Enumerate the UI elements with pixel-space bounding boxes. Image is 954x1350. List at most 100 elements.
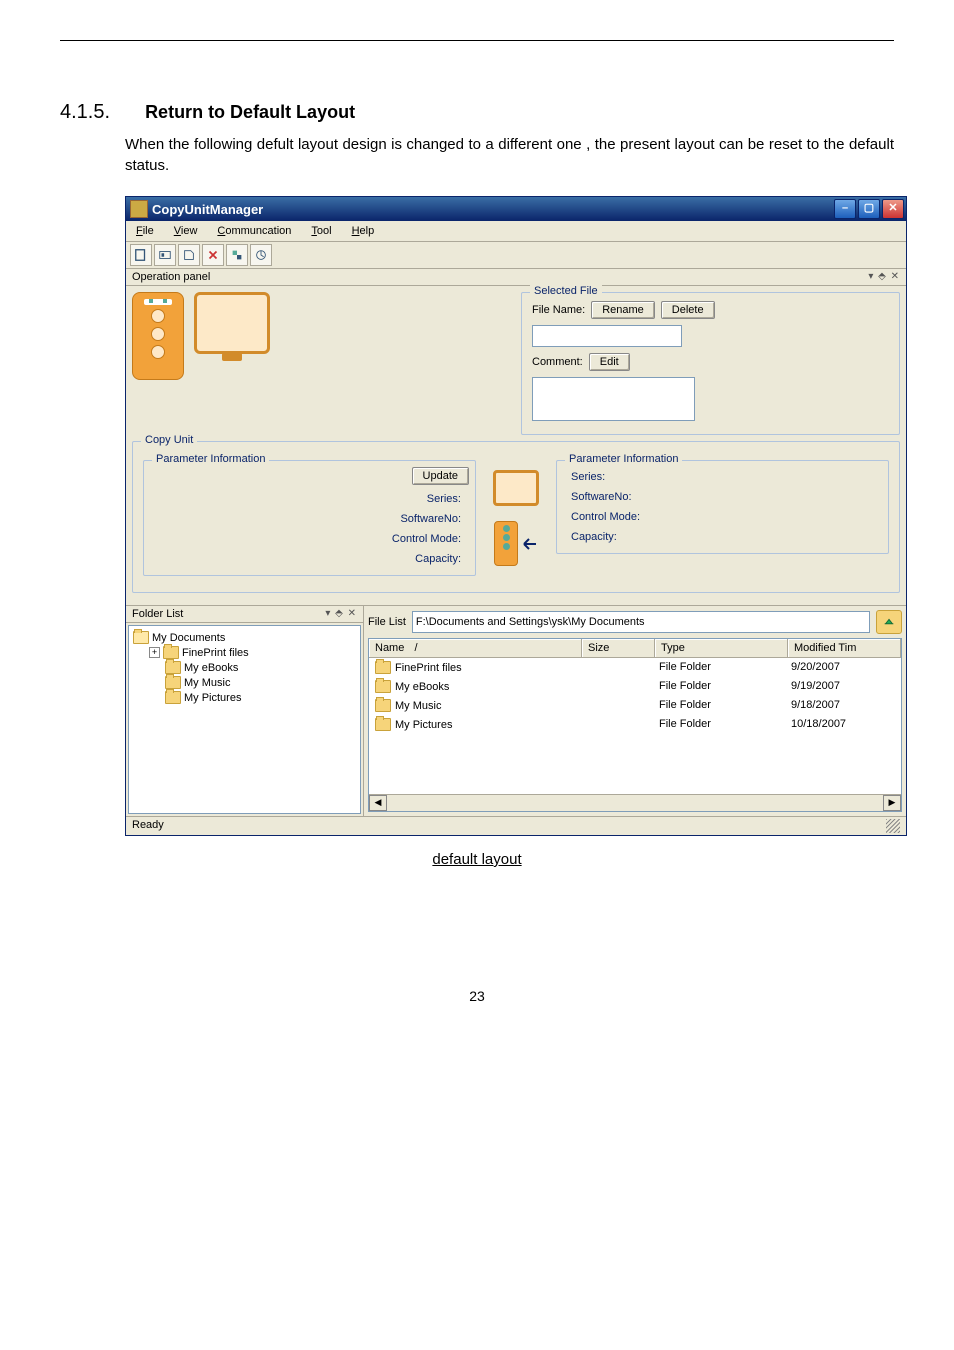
mini-monitor-icon: [493, 470, 539, 506]
menu-help[interactable]: Help: [346, 223, 381, 239]
folder-icon: [163, 646, 179, 659]
horizontal-scrollbar[interactable]: ◀ ▶: [369, 794, 901, 811]
menu-communication[interactable]: Communcation: [211, 223, 297, 239]
titlebar[interactable]: CopyUnitManager – ▢ ✕: [126, 197, 906, 221]
file-list-label: File List: [368, 616, 406, 628]
lower-split: Folder List ▾ ⬘ ✕ My Documents + FinePri…: [126, 606, 906, 816]
listview-header[interactable]: Name / Size Type Modified Tim: [369, 639, 901, 658]
param-info-left: Parameter Information Update Series: Sof…: [143, 460, 476, 576]
copy-unit-middle-icons: [486, 460, 546, 582]
param-right-series: Series:: [571, 471, 874, 483]
menubar: File View Communcation Tool Help: [126, 221, 906, 242]
toolbar-button-5[interactable]: [226, 244, 248, 266]
mini-device-icon: [494, 521, 518, 566]
comment-label: Comment:: [532, 356, 583, 368]
menu-view[interactable]: View: [168, 223, 204, 239]
col-size[interactable]: Size: [582, 639, 655, 657]
param-right-software: SoftwareNo:: [571, 491, 874, 503]
delete-button[interactable]: Delete: [661, 301, 715, 319]
body-text: When the following defult layout design …: [125, 134, 894, 176]
minimize-button[interactable]: –: [834, 199, 856, 219]
list-row[interactable]: My Music File Folder 9/18/2007: [369, 696, 901, 715]
tree-root[interactable]: My Documents: [152, 632, 225, 644]
toolbar-button-3[interactable]: [178, 244, 200, 266]
operation-panel-controls[interactable]: ▾ ⬘ ✕: [868, 271, 900, 283]
tree-expander[interactable]: +: [149, 647, 160, 658]
window-title: CopyUnitManager: [152, 202, 834, 217]
file-listview[interactable]: Name / Size Type Modified Tim FinePrint …: [368, 638, 902, 812]
folder-list-title: Folder List: [132, 608, 183, 620]
app-window: CopyUnitManager – ▢ ✕ File View Communca…: [125, 196, 907, 836]
section-title: Return to Default Layout: [145, 102, 355, 122]
rename-button[interactable]: Rename: [591, 301, 655, 319]
menu-file[interactable]: File: [130, 223, 160, 239]
arrow-left-icon: [520, 537, 538, 551]
menu-tool[interactable]: Tool: [305, 223, 337, 239]
section-number: 4.1.5.: [60, 101, 110, 123]
folder-tree[interactable]: My Documents + FinePrint files My eBooks…: [128, 625, 361, 814]
filename-label: File Name:: [532, 304, 585, 316]
folder-icon: [375, 718, 391, 731]
col-type[interactable]: Type: [655, 639, 788, 657]
copy-unit-group: Copy Unit Parameter Information Update S…: [132, 441, 900, 593]
folder-icon: [375, 661, 391, 674]
up-folder-button[interactable]: [876, 610, 902, 634]
folder-icon: [375, 699, 391, 712]
tree-item[interactable]: My eBooks: [184, 662, 238, 674]
scroll-left-icon[interactable]: ◀: [369, 795, 387, 811]
param-info-right: Parameter Information Series: SoftwareNo…: [556, 460, 889, 554]
page-number: 23: [60, 988, 894, 1004]
param-right-capacity: Capacity:: [571, 531, 874, 543]
comment-textarea[interactable]: [532, 377, 695, 421]
path-input[interactable]: [412, 611, 870, 633]
param-left-series: Series:: [158, 493, 461, 505]
monitor-icon: [194, 292, 270, 354]
folder-icon: [375, 680, 391, 693]
selected-file-group: Selected File File Name: Rename Delete C…: [521, 292, 900, 435]
selected-file-legend: Selected File: [530, 285, 602, 297]
edit-button[interactable]: Edit: [589, 353, 630, 371]
toolbar: [126, 242, 906, 269]
folder-icon: [165, 676, 181, 689]
tree-item[interactable]: My Pictures: [184, 692, 241, 704]
folder-list-controls[interactable]: ▾ ⬘ ✕: [325, 608, 357, 620]
list-row[interactable]: My Pictures File Folder 10/18/2007: [369, 715, 901, 734]
toolbar-button-4[interactable]: [202, 244, 224, 266]
folder-icon: [165, 661, 181, 674]
filename-input[interactable]: [532, 325, 682, 347]
figure-caption: default layout: [60, 851, 894, 868]
listview-body[interactable]: FinePrint files File Folder 9/20/2007 My…: [369, 658, 901, 794]
operation-panel: Selected File File Name: Rename Delete C…: [126, 286, 906, 606]
copy-unit-device-icon: [132, 292, 184, 380]
param-left-software: SoftwareNo:: [158, 513, 461, 525]
maximize-button[interactable]: ▢: [858, 199, 880, 219]
toolbar-button-6[interactable]: [250, 244, 272, 266]
tree-item[interactable]: FinePrint files: [182, 647, 249, 659]
folder-icon: [133, 631, 149, 644]
scroll-right-icon[interactable]: ▶: [883, 795, 901, 811]
param-right-control: Control Mode:: [571, 511, 874, 523]
operation-panel-header: Operation panel ▾ ⬘ ✕: [126, 269, 906, 286]
folder-list-panel: Folder List ▾ ⬘ ✕ My Documents + FinePri…: [126, 606, 364, 816]
copy-unit-legend: Copy Unit: [141, 434, 197, 446]
param-left-capacity: Capacity:: [158, 553, 461, 565]
toolbar-button-2[interactable]: [154, 244, 176, 266]
param-left-control: Control Mode:: [158, 533, 461, 545]
param-info-left-legend: Parameter Information: [152, 453, 269, 465]
operation-panel-title: Operation panel: [132, 271, 210, 283]
tree-item[interactable]: My Music: [184, 677, 230, 689]
update-button[interactable]: Update: [412, 467, 469, 485]
list-row[interactable]: My eBooks File Folder 9/19/2007: [369, 677, 901, 696]
app-icon: [130, 200, 148, 218]
param-info-right-legend: Parameter Information: [565, 453, 682, 465]
col-modified[interactable]: Modified Tim: [788, 639, 901, 657]
col-name[interactable]: Name /: [369, 639, 582, 657]
close-button[interactable]: ✕: [882, 199, 904, 219]
folder-icon: [165, 691, 181, 704]
file-list-panel: File List Name / Size Type Modified Tim: [364, 606, 906, 816]
toolbar-button-1[interactable]: [130, 244, 152, 266]
list-row[interactable]: FinePrint files File Folder 9/20/2007: [369, 658, 901, 677]
statusbar: Ready: [126, 816, 906, 835]
status-text: Ready: [132, 819, 164, 833]
resize-grip[interactable]: [886, 819, 900, 833]
